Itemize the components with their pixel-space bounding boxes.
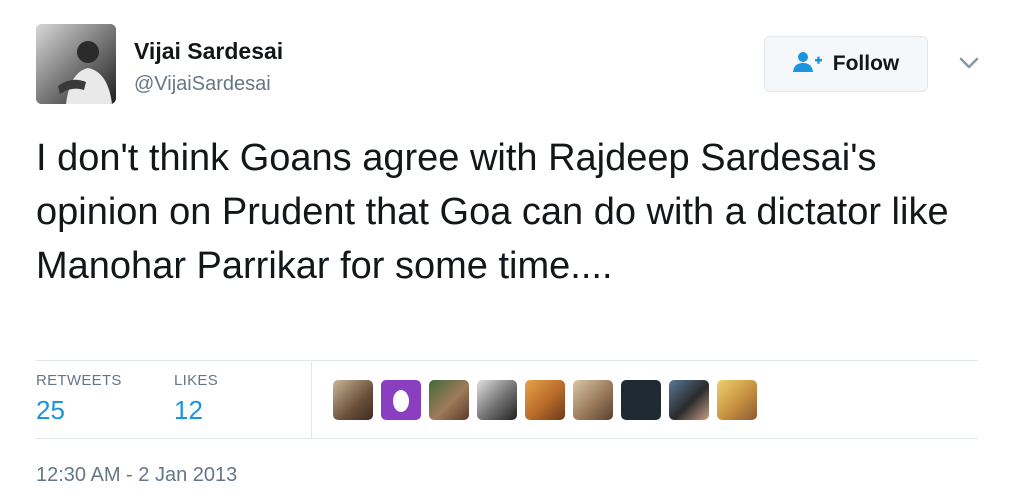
retweets-label: RETWEETS [36,372,122,389]
likes-stat[interactable]: LIKES 12 [174,372,218,426]
likes-label: LIKES [174,372,219,389]
liker-avatars [333,380,757,420]
liker-avatar[interactable] [525,380,565,420]
liker-avatar[interactable] [333,380,373,420]
liker-avatar[interactable] [621,380,661,420]
tweet-text: I don't think Goans agree with Rajdeep S… [36,137,949,287]
stats-bottom-divider [36,438,978,439]
follow-button[interactable]: Follow [764,36,928,92]
liker-avatar[interactable] [573,380,613,420]
liker-avatar[interactable] [717,380,757,420]
retweets-stat[interactable]: RETWEETS 25 [36,372,122,426]
author-handle[interactable]: @VijaiSardesai [134,73,271,96]
avatar-photo [36,24,116,104]
liker-avatar[interactable] [477,380,517,420]
author-avatar[interactable] [36,24,116,104]
stats-separator [311,362,312,438]
stats-top-divider [36,360,978,361]
likes-count: 12 [174,395,203,425]
liker-avatar[interactable] [381,380,421,420]
liker-avatar[interactable] [429,380,469,420]
liker-avatar[interactable] [669,380,709,420]
author-name[interactable]: Vijai Sardesai [134,38,283,65]
follow-person-icon [792,51,823,78]
tweet-timestamp[interactable]: 12:30 AM - 2 Jan 2013 [36,464,237,487]
chevron-down-icon[interactable] [958,52,980,74]
retweets-count: 25 [36,395,65,425]
follow-label: Follow [832,52,900,75]
